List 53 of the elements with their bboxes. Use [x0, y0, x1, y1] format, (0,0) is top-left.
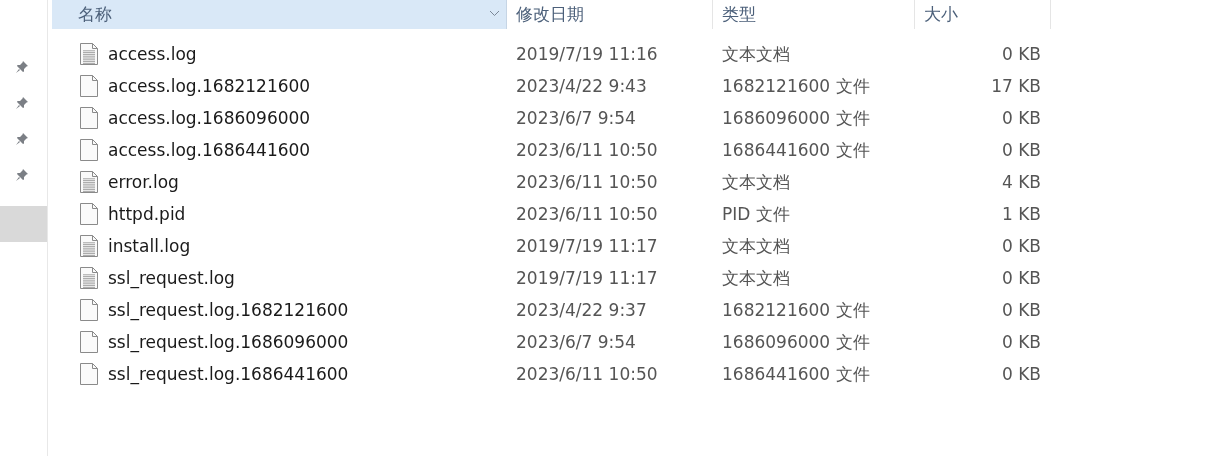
file-name[interactable]: access.log	[108, 44, 197, 64]
modified-date: 2023/4/22 9:37	[516, 300, 647, 320]
file-name[interactable]: access.log.1686441600	[108, 140, 311, 160]
file-name[interactable]: install.log	[108, 236, 191, 256]
file-name[interactable]: access.log.1686096000	[108, 108, 311, 128]
file-name[interactable]: error.log	[108, 172, 179, 192]
pin-icon[interactable]	[14, 168, 29, 182]
modified-date: 2023/6/11 10:50	[516, 204, 658, 224]
file-size: 0 KB	[1001, 108, 1041, 128]
file-type: 文本文档	[722, 170, 790, 194]
file-type: 1686096000 文件	[722, 106, 870, 130]
file-type: 1686096000 文件	[722, 330, 870, 354]
file-size: 17 KB	[991, 76, 1041, 96]
file-name[interactable]: ssl_request.log	[108, 268, 235, 288]
file-size: 0 KB	[1001, 44, 1041, 64]
modified-date: 2019/7/19 11:16	[516, 44, 658, 64]
file-size: 0 KB	[1001, 140, 1041, 160]
column-header[interactable]: 名称	[52, 0, 507, 29]
file-name[interactable]: httpd.pid	[108, 204, 186, 224]
file-size: 0 KB	[1001, 364, 1041, 384]
file-name[interactable]: ssl_request.log.1686096000	[108, 332, 349, 352]
file-type: 文本文档	[722, 266, 790, 290]
file-type: 文本文档	[722, 234, 790, 258]
pin-icon[interactable]	[14, 60, 29, 74]
file-type: 1686441600 文件	[722, 138, 870, 162]
modified-date: 2023/6/11 10:50	[516, 364, 658, 384]
file-size: 1 KB	[1001, 204, 1041, 224]
file-size: 0 KB	[1001, 236, 1041, 256]
modified-date: 2023/4/22 9:43	[516, 76, 647, 96]
file-type: 1682121600 文件	[722, 74, 870, 98]
file-name[interactable]: ssl_request.log.1682121600	[108, 300, 349, 320]
file-name[interactable]: access.log.1682121600	[108, 76, 311, 96]
file-size: 0 KB	[1001, 300, 1041, 320]
file-size: 0 KB	[1001, 268, 1041, 288]
chevron-icon[interactable]	[489, 10, 500, 17]
pin-icon[interactable]	[14, 132, 29, 146]
modified-date: 2019/7/19 11:17	[516, 268, 658, 288]
file-type: 1686441600 文件	[722, 362, 870, 386]
file-type: 1682121600 文件	[722, 298, 870, 322]
pin-icon[interactable]	[14, 96, 29, 110]
file-size: 4 KB	[1001, 172, 1041, 192]
column-header[interactable]: 大小	[915, 0, 1051, 29]
column-header[interactable]: 修改日期	[507, 0, 713, 29]
file-type: 文本文档	[722, 42, 790, 66]
column-header[interactable]: 类型	[713, 0, 915, 29]
file-name[interactable]: ssl_request.log.1686441600	[108, 364, 349, 384]
modified-date: 2023/6/7 9:54	[516, 332, 636, 352]
modified-date: 2019/7/19 11:17	[516, 236, 658, 256]
modified-date: 2023/6/11 10:50	[516, 172, 658, 192]
file-size: 0 KB	[1001, 332, 1041, 352]
modified-date: 2023/6/7 9:54	[516, 108, 636, 128]
file-type: PID 文件	[722, 202, 790, 226]
modified-date: 2023/6/11 10:50	[516, 140, 658, 160]
